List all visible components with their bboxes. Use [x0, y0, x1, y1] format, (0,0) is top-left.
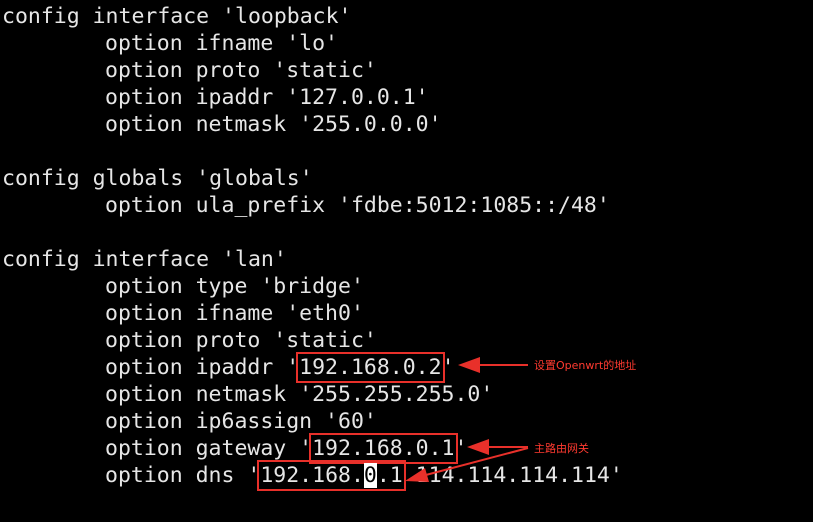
gateway-arrow-icon [467, 439, 528, 455]
dns-arrow-icon [405, 447, 529, 482]
gateway-annotation-label: 主路由网关 [534, 442, 589, 455]
ip-annotation-label: 设置Openwrt的地址 [534, 359, 637, 372]
ip-arrow-icon [458, 357, 528, 373]
annotation-arrows [405, 357, 529, 482]
